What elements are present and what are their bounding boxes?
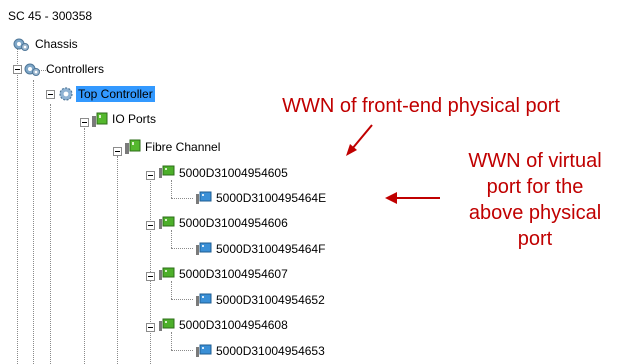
virtual-port-icon <box>196 191 212 204</box>
io-ports-icon <box>92 112 108 127</box>
physical-port-icon <box>159 318 175 331</box>
tree-view: SC 45 - 300358 Chassis Controllers Top C… <box>0 0 400 364</box>
tree-item-fibre-channel[interactable]: Fibre Channel <box>143 138 222 156</box>
tree-item-physical-port[interactable]: 5000D31004954605 <box>177 164 290 182</box>
tree-item-label: Fibre Channel <box>145 140 221 154</box>
collapse-toggle-icon[interactable] <box>146 171 155 180</box>
fibre-channel-icon <box>125 139 141 154</box>
annotation-line: port for the <box>486 176 584 198</box>
gear-icon <box>59 87 73 101</box>
gears-icon <box>24 63 40 76</box>
tree-item-label: 5000D3100495464E <box>216 191 327 205</box>
physical-port-icon <box>159 216 175 229</box>
tree-item-label: 5000D31004954653 <box>216 344 325 358</box>
tree-root-label: SC 45 - 300358 <box>8 9 93 23</box>
virtual-port-icon <box>196 293 212 306</box>
physical-port-icon <box>159 165 175 178</box>
tree-item-label: 5000D3100495464F <box>216 242 326 256</box>
tree-item-io-ports[interactable]: IO Ports <box>110 110 158 128</box>
collapse-toggle-icon[interactable] <box>146 221 155 230</box>
physical-port-icon <box>159 267 175 280</box>
tree-guide-line <box>171 281 172 299</box>
collapse-toggle-icon[interactable] <box>113 147 122 156</box>
tree-item-label: 5000D31004954652 <box>216 293 325 307</box>
collapse-toggle-icon[interactable] <box>13 65 22 74</box>
annotation-virtual-port: WWN of virtual port for the above physic… <box>440 148 630 252</box>
tree-guide-line <box>50 104 51 364</box>
collapse-toggle-icon[interactable] <box>46 90 55 99</box>
annotation-front-end: WWN of front-end physical port <box>282 95 560 117</box>
collapse-toggle-icon[interactable] <box>80 118 89 127</box>
tree-item-controllers[interactable]: Controllers <box>44 60 106 78</box>
tree-item-label: Top Controller <box>76 86 155 102</box>
tree-item-label: Chassis <box>35 37 78 51</box>
tree-guide-line <box>33 80 34 364</box>
tree-item-label: 5000D31004954608 <box>179 318 288 332</box>
annotation-line: above physical <box>468 202 602 224</box>
tree-guide-line <box>117 156 118 364</box>
virtual-port-icon <box>196 344 212 357</box>
tree-item-label: Controllers <box>46 62 105 76</box>
tree-guide-line <box>171 350 193 351</box>
tree-item-label: 5000D31004954607 <box>179 267 288 281</box>
tree-item-virtual-port[interactable]: 5000D31004954653 <box>214 342 327 360</box>
tree-guide-line <box>171 332 172 350</box>
annotation-line: WWN of virtual <box>468 150 602 172</box>
tree-guide-line <box>150 178 151 364</box>
tree-guide-line <box>171 180 172 198</box>
collapse-toggle-icon[interactable] <box>146 323 155 332</box>
tree-guide-line <box>171 198 193 199</box>
tree-item-physical-port[interactable]: 5000D31004954606 <box>177 214 290 232</box>
tree-item-physical-port[interactable]: 5000D31004954607 <box>177 265 290 283</box>
gears-icon <box>13 38 29 51</box>
tree-item-label: 5000D31004954605 <box>179 166 288 180</box>
tree-root[interactable]: SC 45 - 300358 <box>6 7 94 25</box>
tree-item-virtual-port[interactable]: 5000D31004954652 <box>214 291 327 309</box>
tree-guide-line <box>171 230 172 248</box>
tree-item-virtual-port[interactable]: 5000D3100495464E <box>214 189 328 207</box>
tree-item-label: 5000D31004954606 <box>179 216 288 230</box>
tree-item-top-controller[interactable]: Top Controller <box>76 85 155 103</box>
collapse-toggle-icon[interactable] <box>146 272 155 281</box>
tree-item-label: IO Ports <box>112 112 157 126</box>
tree-item-chassis[interactable]: Chassis <box>33 35 80 53</box>
tree-guide-line <box>17 46 18 364</box>
virtual-port-icon <box>196 242 212 255</box>
annotation-line: port <box>517 228 553 250</box>
tree-item-virtual-port[interactable]: 5000D3100495464F <box>214 240 327 258</box>
tree-guide-line <box>171 248 193 249</box>
tree-guide-line <box>171 299 193 300</box>
tree-guide-line <box>84 128 85 364</box>
tree-item-physical-port[interactable]: 5000D31004954608 <box>177 316 290 334</box>
